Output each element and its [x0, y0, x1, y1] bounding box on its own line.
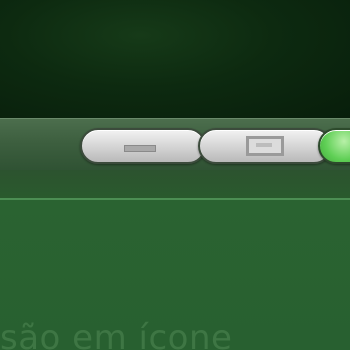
screen: são em ícone: [0, 0, 350, 350]
minimize-button[interactable]: [80, 128, 206, 164]
maximize-button[interactable]: [198, 128, 332, 164]
partial-label-text: são em ícone: [0, 318, 233, 350]
window-titlebar[interactable]: [0, 118, 350, 171]
desktop-background: [0, 0, 350, 118]
window-divider: [0, 170, 350, 198]
close-button[interactable]: [318, 128, 350, 164]
minimize-icon: [124, 145, 156, 152]
maximize-icon: [246, 136, 284, 156]
